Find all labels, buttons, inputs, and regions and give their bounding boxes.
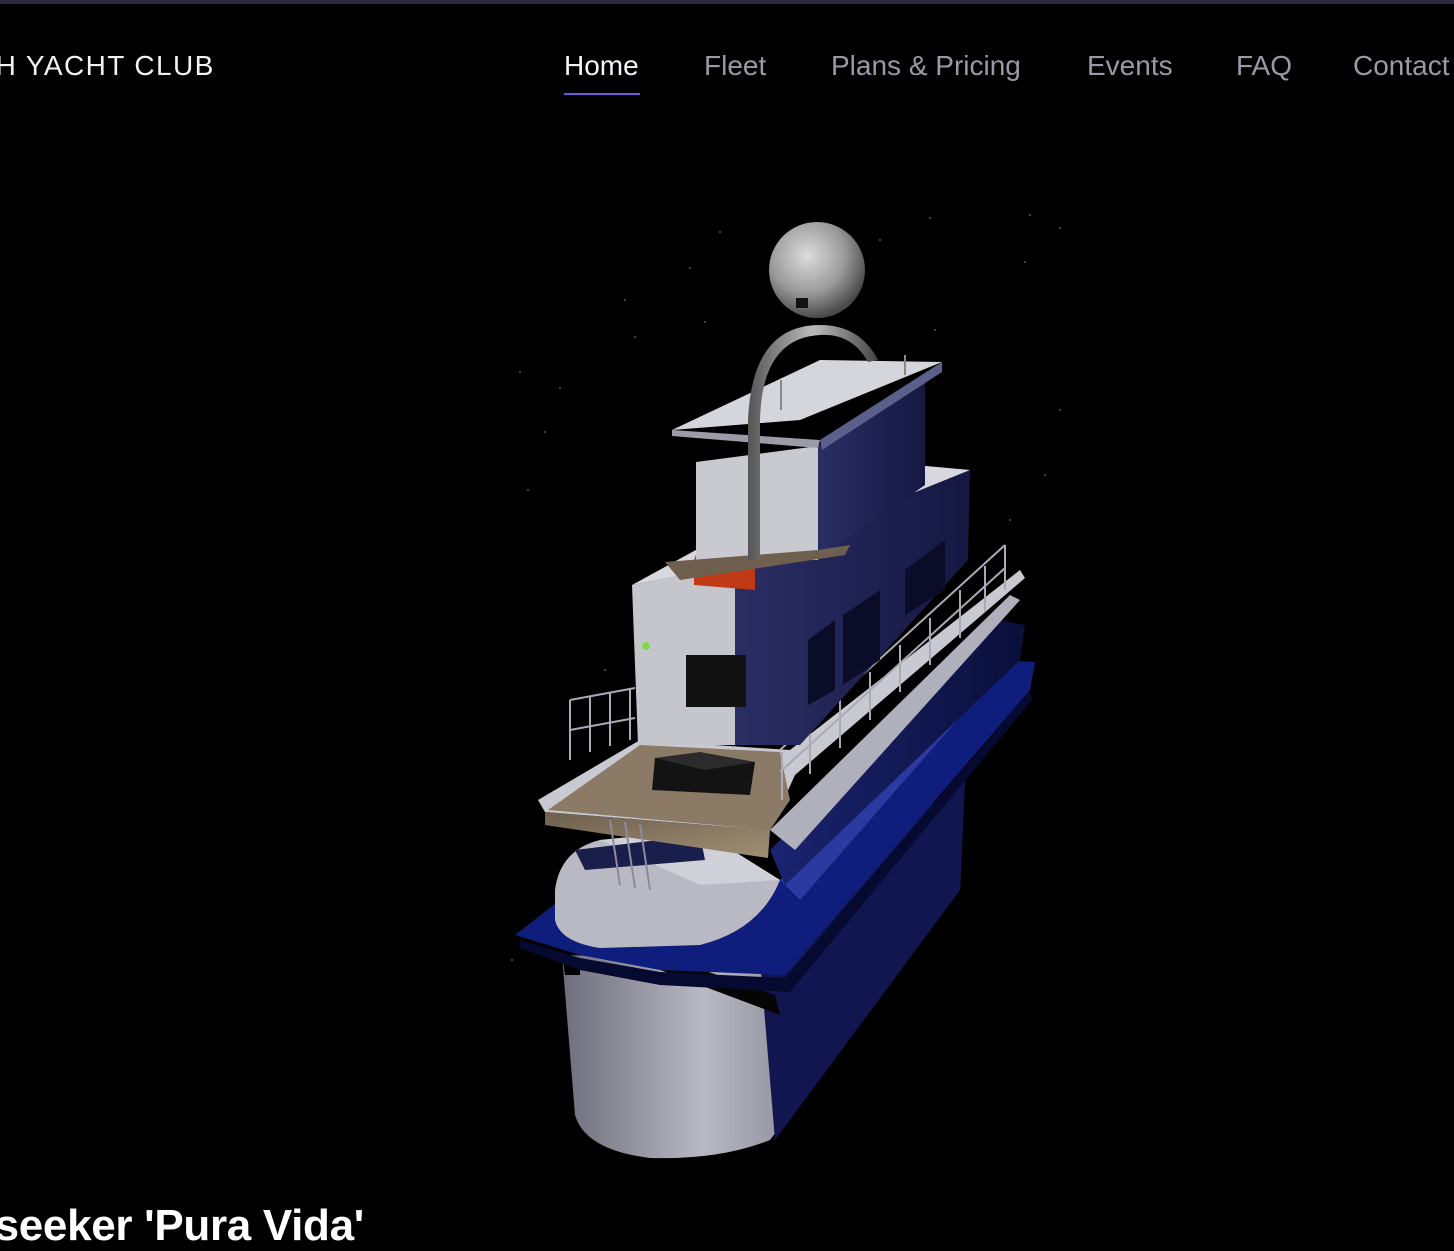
nav-events[interactable]: Events (1087, 50, 1173, 82)
main-nav: Home Fleet Plans & Pricing Events FAQ Co… (0, 50, 1454, 110)
nav-faq[interactable]: FAQ (1236, 50, 1292, 82)
nav-contact[interactable]: Contact (1353, 50, 1450, 82)
nav-home[interactable]: Home (564, 50, 639, 82)
hero-yacht-title: nseeker 'Pura Vida' (0, 1201, 364, 1251)
radar-dome-icon (769, 222, 865, 318)
nav-fleet[interactable]: Fleet (704, 50, 766, 82)
yacht-3d-viewport[interactable] (0, 0, 1454, 1216)
nav-active-underline (564, 93, 640, 95)
nav-plans-pricing[interactable]: Plans & Pricing (831, 50, 1021, 82)
